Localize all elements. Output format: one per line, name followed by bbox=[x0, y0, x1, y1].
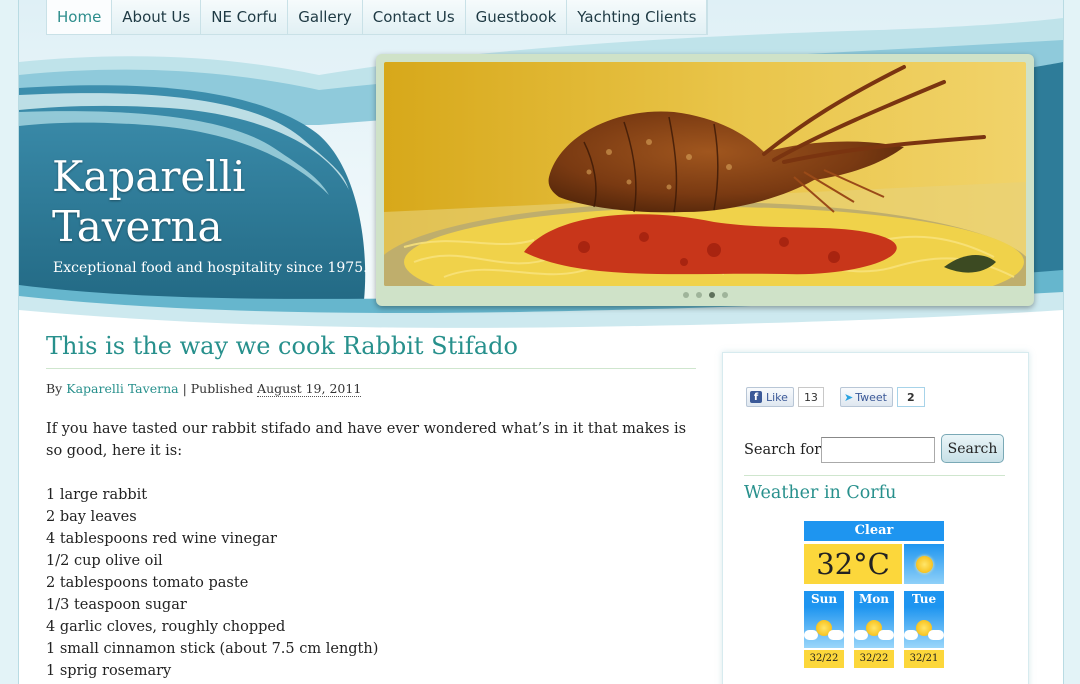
nav-yachting-clients[interactable]: Yachting Clients bbox=[567, 0, 708, 34]
list-item: 1 small cinnamon stick (about 7.5 cm len… bbox=[46, 641, 379, 657]
partly-cloudy-icon bbox=[904, 607, 944, 648]
nav-gallery[interactable]: Gallery bbox=[288, 0, 363, 34]
nav-contact-us[interactable]: Contact Us bbox=[363, 0, 466, 34]
forecast-day-label: Mon bbox=[854, 591, 894, 607]
list-item: 2 tablespoons tomato paste bbox=[46, 575, 249, 591]
site-title-line-2: Taverna bbox=[52, 202, 223, 251]
twitter-bird-icon: ➤ bbox=[844, 390, 854, 404]
facebook-icon: f bbox=[750, 391, 762, 403]
byline-by-label: By bbox=[46, 381, 63, 396]
forecast-day-label: Sun bbox=[804, 591, 844, 607]
partly-cloudy-icon bbox=[804, 607, 844, 648]
slider-dot[interactable] bbox=[695, 292, 702, 298]
title-divider bbox=[46, 368, 696, 369]
forecast-day: Mon 32/22 bbox=[854, 591, 894, 669]
site-tagline: Exceptional food and hospitality since 1… bbox=[53, 260, 368, 276]
image-slider[interactable] bbox=[376, 54, 1034, 306]
forecast-temp-range: 32/22 bbox=[854, 650, 894, 668]
sidebar-divider bbox=[744, 475, 1005, 476]
post-intro: If you have tasted our rabbit stifado an… bbox=[46, 421, 687, 459]
slider-pagination bbox=[376, 292, 1034, 298]
site-title-line-1: Kaparelli bbox=[52, 152, 246, 201]
page: Home About Us NE Corfu Gallery Contact U… bbox=[18, 0, 1064, 684]
lobster-dish-illustration bbox=[384, 62, 1026, 286]
list-item: 1 sprig rosemary bbox=[46, 663, 172, 679]
search-button[interactable]: Search bbox=[941, 434, 1004, 463]
forecast-day-label: Tue bbox=[904, 591, 944, 607]
search-input[interactable] bbox=[821, 437, 935, 463]
list-item: 1/3 teaspoon sugar bbox=[46, 597, 187, 613]
search-label: Search for: bbox=[744, 442, 827, 458]
forecast-day: Sun 32/22 bbox=[804, 591, 844, 669]
main-nav: Home About Us NE Corfu Gallery Contact U… bbox=[46, 0, 709, 35]
nav-about-us[interactable]: About Us bbox=[112, 0, 202, 34]
weather-widget[interactable]: Clear 32°C Sun 32/22 Mon 32/22 Tue 32/21 bbox=[804, 521, 944, 671]
sidebar: f Like 13 ➤ Tweet 2 Search for: Search W… bbox=[722, 352, 1029, 684]
list-item: 2 bay leaves bbox=[46, 509, 137, 525]
tweet-button[interactable]: ➤ Tweet bbox=[840, 387, 893, 407]
tweet-widget: ➤ Tweet 2 bbox=[840, 387, 925, 407]
list-item: 4 tablespoons red wine vinegar bbox=[46, 531, 277, 547]
partly-cloudy-icon bbox=[854, 607, 894, 648]
weather-condition: Clear bbox=[804, 521, 944, 541]
facebook-like-button[interactable]: f Like bbox=[746, 387, 794, 407]
nav-ne-corfu[interactable]: NE Corfu bbox=[201, 0, 289, 34]
nav-home[interactable]: Home bbox=[47, 0, 113, 34]
list-item: 1 large rabbit bbox=[46, 487, 148, 503]
forecast-day: Tue 32/21 bbox=[904, 591, 944, 669]
slide-image-lobster-spaghetti[interactable] bbox=[384, 62, 1026, 286]
tweet-count: 2 bbox=[896, 387, 925, 407]
site-title[interactable]: Kaparelli Taverna bbox=[52, 152, 246, 252]
slider-dot[interactable] bbox=[682, 292, 689, 298]
weather-temperature: 32°C bbox=[804, 544, 902, 584]
published-label: | Published bbox=[182, 381, 254, 396]
author-link[interactable]: Kaparelli Taverna bbox=[66, 381, 178, 396]
list-item: 4 garlic cloves, roughly chopped bbox=[46, 619, 286, 635]
nav-guestbook[interactable]: Guestbook bbox=[466, 0, 568, 34]
list-item: 1/2 cup olive oil bbox=[46, 553, 163, 569]
post-byline: By Kaparelli Taverna | Published August … bbox=[46, 381, 362, 397]
post-date: August 19, 2011 bbox=[257, 381, 362, 397]
sun-icon bbox=[904, 544, 944, 584]
facebook-like-widget: f Like 13 bbox=[746, 387, 824, 407]
forecast-temp-range: 32/21 bbox=[904, 650, 944, 668]
slider-dot[interactable] bbox=[721, 292, 728, 298]
post-title[interactable]: This is the way we cook Rabbit Stifado bbox=[46, 332, 518, 360]
facebook-like-label: Like bbox=[766, 390, 788, 404]
ingredient-list: 1 large rabbit 2 bay leaves 4 tablespoon… bbox=[46, 484, 378, 682]
weather-title: Weather in Corfu bbox=[744, 483, 897, 503]
tweet-label: Tweet bbox=[855, 390, 887, 404]
forecast-temp-range: 32/22 bbox=[804, 650, 844, 668]
facebook-like-count: 13 bbox=[797, 387, 824, 407]
slider-dot-active[interactable] bbox=[708, 292, 715, 298]
